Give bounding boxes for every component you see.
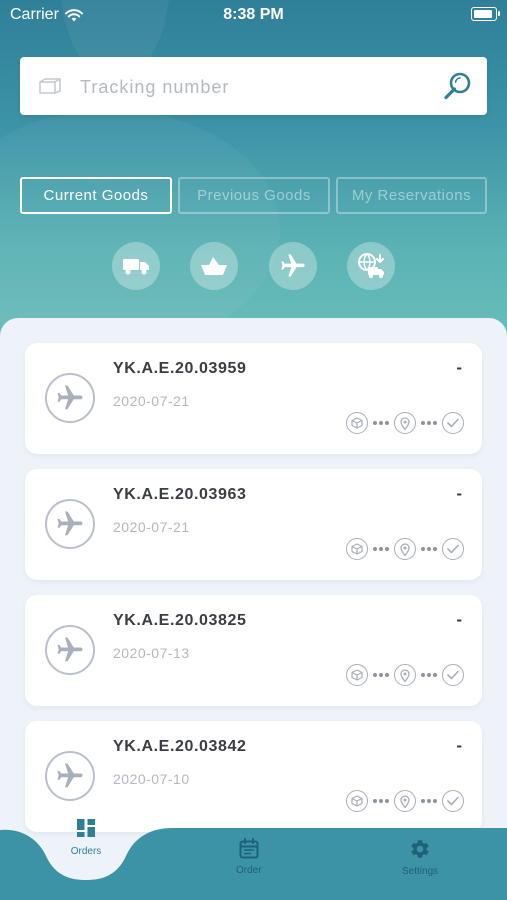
check-icon (442, 412, 464, 434)
airplane-icon (281, 254, 305, 277)
package-icon (346, 664, 368, 686)
shipment-status: - (456, 484, 462, 503)
shipment-date: 2020-07-21 (113, 519, 190, 535)
tracking-number-input[interactable] (78, 69, 422, 105)
shipment-code: YK.A.E.20.03959 (113, 360, 247, 377)
location-pin-icon (394, 412, 416, 434)
progress-dots (373, 673, 389, 677)
progress-dots (373, 799, 389, 803)
transport-mode-filters (0, 242, 507, 292)
search-icon[interactable] (443, 71, 473, 101)
shipment-date: 2020-07-13 (113, 645, 190, 661)
airplane-icon (57, 637, 83, 662)
shipment-code: YK.A.E.20.03825 (113, 612, 247, 629)
shipment-type-badge (45, 625, 95, 675)
calendar-icon (239, 838, 259, 859)
nav-orders-label: Orders (70, 846, 102, 857)
airplane-icon (57, 385, 83, 410)
goods-tabs: Current Goods Previous Goods My Reservat… (20, 177, 487, 214)
tracking-search-box[interactable] (20, 57, 487, 115)
tab-current-goods[interactable]: Current Goods (20, 177, 172, 214)
shipment-type-badge (45, 751, 95, 801)
shipment-type-badge (45, 373, 95, 423)
nav-order-label: Order (236, 865, 262, 876)
nav-orders[interactable]: Orders (55, 816, 117, 876)
tab-previous-goods[interactable]: Previous Goods (178, 177, 330, 214)
location-pin-icon (394, 790, 416, 812)
airplane-icon (57, 763, 83, 788)
check-icon (442, 664, 464, 686)
decorative-blob (0, 110, 280, 350)
shipment-status: - (456, 736, 462, 755)
mode-global-delivery-button[interactable] (347, 242, 395, 290)
shipment-list-sheet: YK.A.E.20.03959 2020-07-21 - YK.A.E.20.0… (0, 318, 507, 900)
clock: 8:38 PM (223, 6, 284, 23)
airplane-icon (57, 511, 83, 536)
mode-air-button[interactable] (269, 242, 317, 290)
package-icon (346, 790, 368, 812)
gear-icon (411, 840, 429, 858)
shipment-date: 2020-07-21 (113, 393, 190, 409)
check-icon (442, 790, 464, 812)
package-icon (346, 538, 368, 560)
progress-dots (421, 799, 437, 803)
shipment-card[interactable]: YK.A.E.20.03963 2020-07-21 - (25, 469, 482, 580)
shipment-code: YK.A.E.20.03842 (113, 738, 247, 755)
ship-icon (201, 257, 227, 275)
package-icon (346, 412, 368, 434)
shipment-date: 2020-07-10 (113, 771, 190, 787)
grid-icon (77, 819, 95, 837)
nav-settings-label: Settings (402, 866, 439, 877)
progress-dots (373, 421, 389, 425)
tab-my-reservations[interactable]: My Reservations (336, 177, 487, 214)
box-icon (39, 78, 61, 94)
shipment-progress (346, 412, 464, 434)
nav-settings[interactable]: Settings (402, 838, 438, 877)
shipment-card[interactable]: YK.A.E.20.03959 2020-07-21 - (25, 343, 482, 454)
delivery-globe-icon (358, 253, 384, 278)
shipment-type-badge (45, 499, 95, 549)
truck-icon (123, 259, 149, 275)
shipment-status: - (456, 358, 462, 377)
shipment-card[interactable]: YK.A.E.20.03825 2020-07-13 - (25, 595, 482, 706)
check-icon (442, 538, 464, 560)
status-bar: Carrier 8:38 PM (0, 0, 507, 30)
mode-ship-button[interactable] (190, 242, 238, 290)
mode-truck-button[interactable] (112, 242, 160, 290)
battery-icon (471, 7, 500, 21)
shipment-status: - (456, 610, 462, 629)
location-pin-icon (394, 538, 416, 560)
progress-dots (421, 673, 437, 677)
shipment-progress (346, 790, 464, 812)
location-pin-icon (394, 664, 416, 686)
shipment-progress (346, 538, 464, 560)
progress-dots (421, 421, 437, 425)
shipment-progress (346, 664, 464, 686)
shipment-code: YK.A.E.20.03963 (113, 486, 247, 503)
progress-dots (421, 547, 437, 551)
progress-dots (373, 547, 389, 551)
nav-order[interactable]: Order (236, 838, 262, 876)
